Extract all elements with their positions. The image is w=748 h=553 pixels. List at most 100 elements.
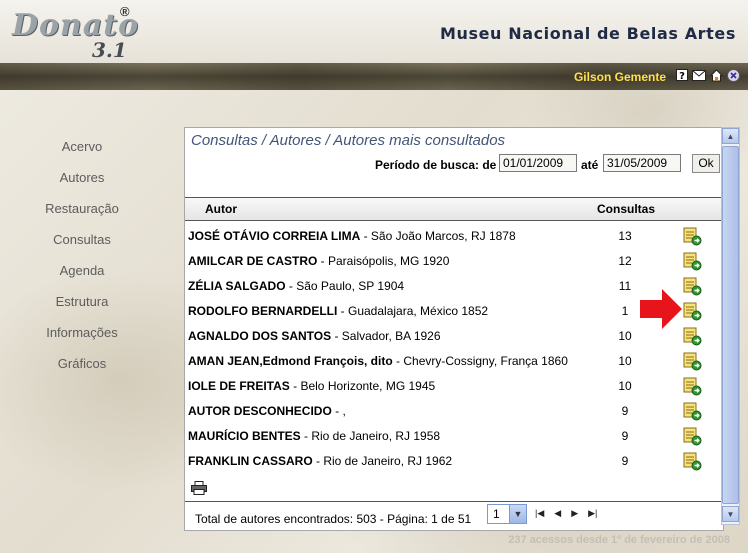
- logo-registered-mark: ®: [120, 4, 130, 19]
- page-select[interactable]: 1 ▼: [487, 504, 527, 524]
- consultas-count: 10: [618, 379, 632, 393]
- document-view-icon[interactable]: [682, 351, 702, 371]
- scroll-thumb[interactable]: [722, 146, 739, 504]
- consultas-count: 9: [621, 454, 629, 468]
- page-select-value: 1: [493, 507, 500, 521]
- author-cell[interactable]: ZÉLIA SALGADO - São Paulo, SP 1904: [188, 279, 404, 293]
- user-name[interactable]: Gilson Gemente: [574, 70, 666, 84]
- sidebar-item-consultas[interactable]: Consultas: [18, 230, 146, 261]
- vertical-scrollbar[interactable]: ▲ ▼: [721, 127, 740, 525]
- table-row: AMILCAR DE CASTRO - Paraisópolis, MG 192…: [185, 249, 721, 274]
- document-view-icon[interactable]: [682, 251, 702, 271]
- total-count-text: Total de autores encontrados: 503 - Pági…: [195, 512, 472, 526]
- author-cell[interactable]: JOSÉ OTÁVIO CORREIA LIMA - São João Marc…: [188, 229, 516, 243]
- document-view-icon[interactable]: [682, 276, 702, 296]
- chevron-down-icon[interactable]: ▼: [509, 505, 526, 523]
- document-view-icon[interactable]: [682, 451, 702, 471]
- access-count-text: 237 acessos desde 1º de fevereiro de 200…: [508, 534, 730, 546]
- first-page-icon[interactable]: |◀: [535, 508, 544, 519]
- date-from-input[interactable]: [499, 154, 577, 172]
- column-autor[interactable]: Autor: [205, 202, 237, 216]
- author-info: - Rio de Janeiro, RJ 1958: [300, 429, 441, 443]
- table-row: FRANKLIN CASSARO - Rio de Janeiro, RJ 19…: [185, 449, 721, 474]
- period-filter: Período de busca: de até Ok: [185, 154, 723, 176]
- author-cell[interactable]: AGNALDO DOS SANTOS - Salvador, BA 1926: [188, 329, 441, 343]
- period-label: Período de busca: de: [375, 158, 497, 172]
- author-info: - ,: [331, 404, 346, 418]
- author-info: - Guadalajara, México 1852: [337, 304, 489, 318]
- home-icon[interactable]: [709, 68, 723, 82]
- author-info: - Chevry-Cossigny, França 1860: [392, 354, 568, 368]
- document-view-icon[interactable]: [682, 426, 702, 446]
- author-name[interactable]: MAURÍCIO BENTES: [188, 429, 301, 443]
- authors-table: JOSÉ OTÁVIO CORREIA LIMA - São João Marc…: [185, 224, 721, 474]
- sidebar-item-autores[interactable]: Autores: [18, 168, 146, 199]
- author-info: - Belo Horizonte, MG 1945: [289, 379, 436, 393]
- author-cell[interactable]: AMILCAR DE CASTRO - Paraisópolis, MG 192…: [188, 254, 449, 268]
- author-info: - Rio de Janeiro, RJ 1962: [312, 454, 453, 468]
- table-header: Autor Consultas: [185, 197, 721, 221]
- scroll-down-icon[interactable]: ▼: [722, 506, 739, 522]
- document-view-icon[interactable]: [682, 326, 702, 346]
- consultas-count: 9: [621, 404, 629, 418]
- next-page-icon[interactable]: ▶: [571, 508, 578, 519]
- last-page-icon[interactable]: ▶|: [588, 508, 597, 519]
- document-view-icon[interactable]: [682, 376, 702, 396]
- author-cell[interactable]: AUTOR DESCONHECIDO - ,: [188, 404, 346, 418]
- red-arrow-icon: [640, 289, 682, 329]
- author-cell[interactable]: FRANKLIN CASSARO - Rio de Janeiro, RJ 19…: [188, 454, 452, 468]
- date-to-input[interactable]: [603, 154, 681, 172]
- document-view-icon[interactable]: [682, 401, 702, 421]
- consultas-count: 9: [621, 429, 629, 443]
- author-cell[interactable]: MAURÍCIO BENTES - Rio de Janeiro, RJ 195…: [188, 429, 440, 443]
- author-name[interactable]: IOLE DE FREITAS: [188, 379, 290, 393]
- scroll-up-icon[interactable]: ▲: [722, 128, 739, 144]
- sidebar-item-graficos[interactable]: Gráficos: [18, 354, 146, 385]
- consultas-count: 10: [618, 354, 632, 368]
- author-name[interactable]: JOSÉ OTÁVIO CORREIA LIMA: [188, 229, 360, 243]
- sidebar: Acervo Autores Restauração Consultas Age…: [18, 137, 146, 385]
- author-info: - São João Marcos, RJ 1878: [360, 229, 516, 243]
- sidebar-item-agenda[interactable]: Agenda: [18, 261, 146, 292]
- sidebar-item-restauracao[interactable]: Restauração: [18, 199, 146, 230]
- document-view-icon[interactable]: [682, 226, 702, 246]
- svg-text:?: ?: [679, 71, 685, 81]
- print-icon[interactable]: [191, 481, 207, 495]
- author-name[interactable]: AMILCAR DE CASTRO: [188, 254, 317, 268]
- sidebar-item-informacoes[interactable]: Informações: [18, 323, 146, 354]
- document-view-icon[interactable]: [682, 301, 702, 321]
- logout-icon[interactable]: [726, 68, 740, 82]
- sidebar-item-acervo[interactable]: Acervo: [18, 137, 146, 168]
- author-name[interactable]: AUTOR DESCONHECIDO: [188, 404, 332, 418]
- author-cell[interactable]: IOLE DE FREITAS - Belo Horizonte, MG 194…: [188, 379, 435, 393]
- author-info: - São Paulo, SP 1904: [285, 279, 405, 293]
- header: Donato 3.1 ® Museu Nacional de Belas Art…: [0, 0, 748, 63]
- consultas-count: 12: [618, 254, 632, 268]
- prev-page-icon[interactable]: ◀: [554, 508, 561, 519]
- author-name[interactable]: AMAN JEAN,Edmond François, dito: [188, 354, 393, 368]
- breadcrumb: Consultas / Autores / Autores mais consu…: [191, 132, 506, 149]
- author-name[interactable]: FRANKLIN CASSARO: [188, 454, 313, 468]
- pager: |◀ ◀ ▶ ▶|: [535, 508, 597, 519]
- museum-title: Museu Nacional de Belas Artes: [439, 24, 736, 43]
- author-cell[interactable]: RODOLFO BERNARDELLI - Guadalajara, Méxic…: [188, 304, 488, 318]
- author-name[interactable]: ZÉLIA SALGADO: [188, 279, 286, 293]
- column-consultas[interactable]: Consultas: [597, 202, 655, 216]
- consultas-count: 13: [618, 229, 632, 243]
- ok-button[interactable]: Ok: [692, 154, 720, 173]
- sidebar-item-estrutura[interactable]: Estrutura: [18, 292, 146, 323]
- ate-label: até: [581, 158, 599, 172]
- table-row: AUTOR DESCONHECIDO - , 9: [185, 399, 721, 424]
- table-row: IOLE DE FREITAS - Belo Horizonte, MG 194…: [185, 374, 721, 399]
- consultas-count: 10: [618, 329, 632, 343]
- mail-icon[interactable]: [692, 68, 706, 82]
- author-info: - Paraisópolis, MG 1920: [317, 254, 450, 268]
- table-footer-divider: [185, 501, 721, 502]
- author-name[interactable]: RODOLFO BERNARDELLI: [188, 304, 337, 318]
- logo-version: 3.1: [92, 38, 127, 62]
- help-icon[interactable]: ?: [675, 68, 689, 82]
- author-cell[interactable]: AMAN JEAN,Edmond François, dito - Chevry…: [188, 354, 568, 368]
- author-info: - Salvador, BA 1926: [331, 329, 441, 343]
- author-name[interactable]: AGNALDO DOS SANTOS: [188, 329, 331, 343]
- top-toolbar: ?: [675, 68, 740, 82]
